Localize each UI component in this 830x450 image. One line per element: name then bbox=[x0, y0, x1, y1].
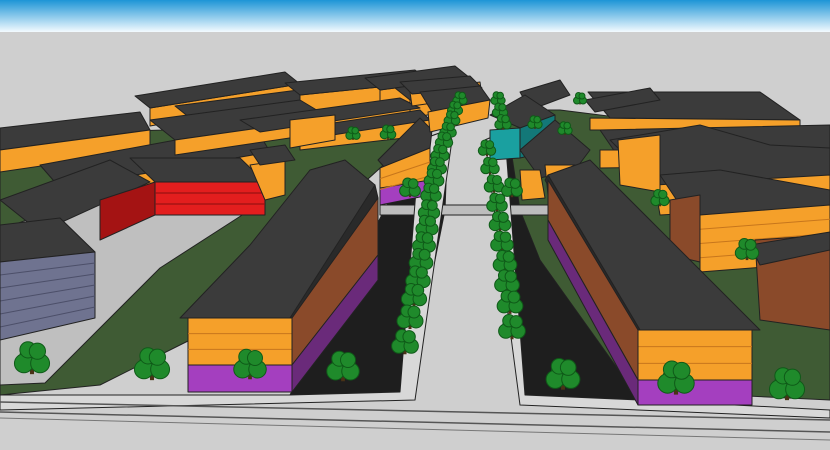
tree-icon bbox=[527, 115, 543, 129]
tree-icon bbox=[399, 177, 421, 198]
tree-icon bbox=[488, 211, 512, 232]
tree-icon bbox=[494, 114, 512, 130]
tree-icon bbox=[379, 124, 397, 140]
tree-icon bbox=[501, 177, 523, 198]
cross-street bbox=[379, 204, 561, 216]
main-right-upper-floors bbox=[637, 329, 753, 381]
mid-right-block bbox=[519, 169, 546, 201]
tree-icon bbox=[345, 126, 361, 140]
tree-icon bbox=[420, 182, 442, 203]
commercial-block-front bbox=[154, 181, 266, 216]
tree-icon bbox=[734, 238, 760, 261]
accent-building bbox=[489, 127, 521, 161]
sky-band bbox=[0, 0, 830, 32]
residential-block bbox=[617, 134, 661, 193]
tree-icon bbox=[490, 230, 514, 252]
tree-icon bbox=[477, 139, 497, 157]
tree-icon bbox=[483, 174, 505, 193]
tree-icon bbox=[650, 189, 670, 207]
tree-icon bbox=[557, 121, 573, 135]
tree-icon bbox=[573, 92, 587, 105]
urban-massing-scene bbox=[0, 0, 830, 450]
main-right-retail-floor bbox=[637, 379, 753, 406]
tree-icon bbox=[480, 156, 500, 175]
